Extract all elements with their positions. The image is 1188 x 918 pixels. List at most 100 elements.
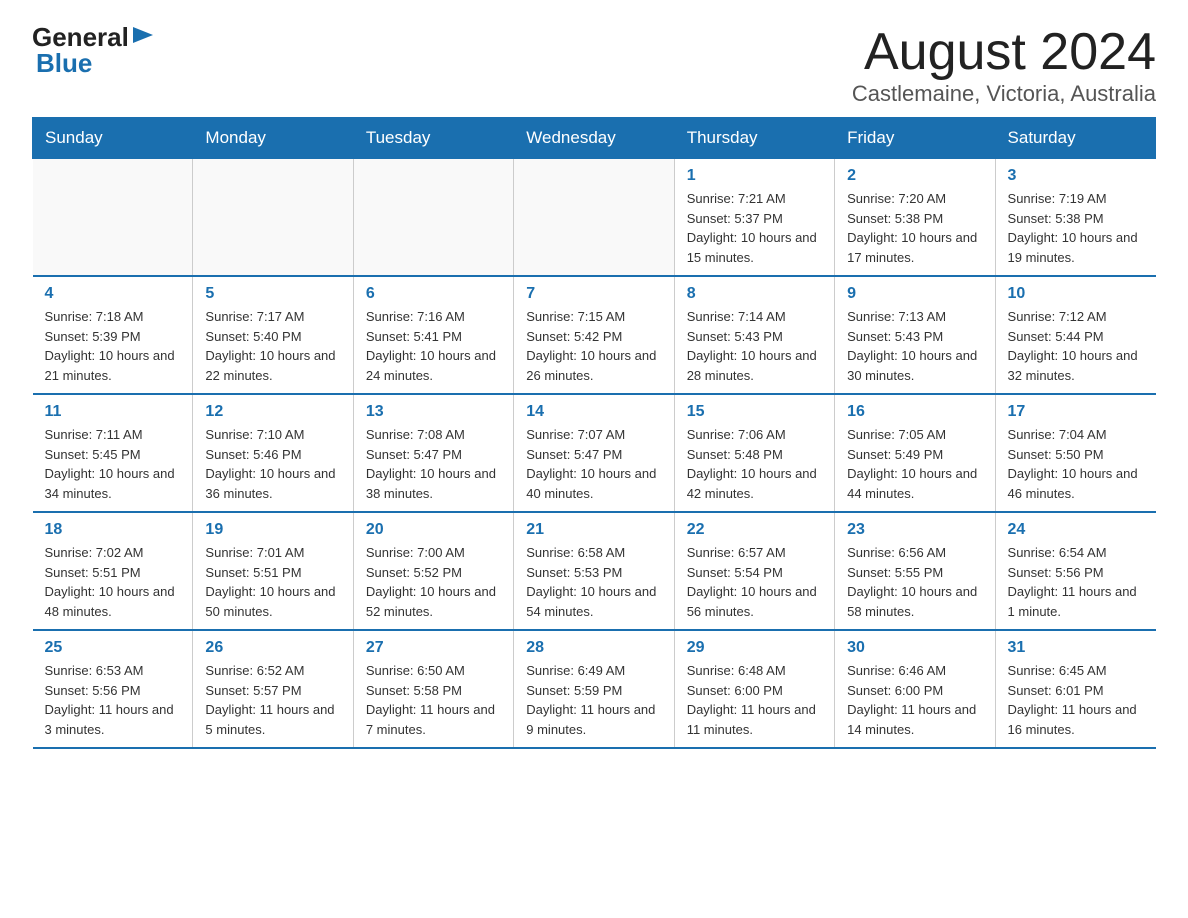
calendar-cell [353, 159, 513, 277]
calendar-cell: 31 Sunrise: 6:45 AMSunset: 6:01 PMDayligh… [995, 630, 1155, 748]
day-number: 8 [687, 285, 822, 303]
calendar-cell: 29Sunrise: 6:48 AMSunset: 6:00 PMDayligh… [674, 630, 834, 748]
day-number: 19 [205, 521, 340, 539]
day-number: 1 [687, 167, 822, 185]
day-info: Sunrise: 6:45 AMSunset: 6:01 PMDaylight:… [1008, 661, 1144, 739]
header-tuesday: Tuesday [353, 118, 513, 159]
calendar-cell: 22 Sunrise: 6:57 AMSunset: 5:54 PMDayligh… [674, 512, 834, 630]
header-friday: Friday [835, 118, 995, 159]
day-info: Sunrise: 7:16 AMSunset: 5:41 PMDaylight:… [366, 307, 501, 385]
calendar-cell: 10 Sunrise: 7:12 AMSunset: 5:44 PMDayligh… [995, 276, 1155, 394]
day-info: Sunrise: 6:49 AMSunset: 5:59 PMDaylight:… [526, 661, 661, 739]
calendar-cell: 16Sunrise: 7:05 AMSunset: 5:49 PMDayligh… [835, 394, 995, 512]
week-row-5: 25Sunrise: 6:53 AMSunset: 5:56 PMDayligh… [33, 630, 1156, 748]
week-row-4: 18 Sunrise: 7:02 AMSunset: 5:51 PMDayligh… [33, 512, 1156, 630]
day-info: Sunrise: 6:58 AMSunset: 5:53 PMDaylight:… [526, 543, 661, 621]
calendar-cell: 14 Sunrise: 7:07 AMSunset: 5:47 PMDayligh… [514, 394, 674, 512]
day-number: 18 [45, 521, 181, 539]
day-info: Sunrise: 7:13 AMSunset: 5:43 PMDaylight:… [847, 307, 982, 385]
day-info: Sunrise: 6:57 AMSunset: 5:54 PMDaylight:… [687, 543, 822, 621]
calendar-cell: 24 Sunrise: 6:54 AMSunset: 5:56 PMDayligh… [995, 512, 1155, 630]
day-info: Sunrise: 6:54 AMSunset: 5:56 PMDaylight:… [1008, 543, 1144, 621]
day-info: Sunrise: 7:17 AMSunset: 5:40 PMDaylight:… [205, 307, 340, 385]
day-info: Sunrise: 7:01 AMSunset: 5:51 PMDaylight:… [205, 543, 340, 621]
header-saturday: Saturday [995, 118, 1155, 159]
day-number: 13 [366, 403, 501, 421]
calendar-cell: 20 Sunrise: 7:00 AMSunset: 5:52 PMDayligh… [353, 512, 513, 630]
day-number: 27 [366, 639, 501, 657]
calendar-cell: 4Sunrise: 7:18 AMSunset: 5:39 PMDaylight… [33, 276, 193, 394]
day-number: 5 [205, 285, 340, 303]
day-info: Sunrise: 7:04 AMSunset: 5:50 PMDaylight:… [1008, 425, 1144, 503]
day-number: 11 [45, 403, 181, 421]
calendar-cell: 9Sunrise: 7:13 AMSunset: 5:43 PMDaylight… [835, 276, 995, 394]
day-info: Sunrise: 7:02 AMSunset: 5:51 PMDaylight:… [45, 543, 181, 621]
calendar-cell: 6Sunrise: 7:16 AMSunset: 5:41 PMDaylight… [353, 276, 513, 394]
location-title: Castlemaine, Victoria, Australia [852, 81, 1156, 107]
day-number: 20 [366, 521, 501, 539]
day-number: 12 [205, 403, 340, 421]
calendar-cell: 7Sunrise: 7:15 AMSunset: 5:42 PMDaylight… [514, 276, 674, 394]
day-number: 28 [526, 639, 661, 657]
calendar-cell [33, 159, 193, 277]
calendar-cell: 25Sunrise: 6:53 AMSunset: 5:56 PMDayligh… [33, 630, 193, 748]
day-info: Sunrise: 6:50 AMSunset: 5:58 PMDaylight:… [366, 661, 501, 739]
day-info: Sunrise: 7:12 AMSunset: 5:44 PMDaylight:… [1008, 307, 1144, 385]
logo-arrow-icon [133, 27, 153, 43]
header-wednesday: Wednesday [514, 118, 674, 159]
calendar-cell: 19 Sunrise: 7:01 AMSunset: 5:51 PMDayligh… [193, 512, 353, 630]
header-row: SundayMondayTuesdayWednesdayThursdayFrid… [33, 118, 1156, 159]
day-number: 3 [1008, 167, 1144, 185]
day-info: Sunrise: 7:14 AMSunset: 5:43 PMDaylight:… [687, 307, 822, 385]
day-number: 10 [1008, 285, 1144, 303]
calendar-cell: 12Sunrise: 7:10 AMSunset: 5:46 PMDayligh… [193, 394, 353, 512]
calendar-cell: 18 Sunrise: 7:02 AMSunset: 5:51 PMDayligh… [33, 512, 193, 630]
day-info: Sunrise: 7:06 AMSunset: 5:48 PMDaylight:… [687, 425, 822, 503]
calendar-cell: 21 Sunrise: 6:58 AMSunset: 5:53 PMDayligh… [514, 512, 674, 630]
day-number: 24 [1008, 521, 1144, 539]
day-info: Sunrise: 7:20 AMSunset: 5:38 PMDaylight:… [847, 189, 982, 267]
day-number: 25 [45, 639, 181, 657]
day-number: 31 [1008, 639, 1144, 657]
day-info: Sunrise: 7:00 AMSunset: 5:52 PMDaylight:… [366, 543, 501, 621]
calendar-table: SundayMondayTuesdayWednesdayThursdayFrid… [32, 117, 1156, 749]
day-number: 22 [687, 521, 822, 539]
calendar-cell: 3Sunrise: 7:19 AMSunset: 5:38 PMDaylight… [995, 159, 1155, 277]
calendar-cell: 11 Sunrise: 7:11 AMSunset: 5:45 PMDayligh… [33, 394, 193, 512]
day-info: Sunrise: 7:11 AMSunset: 5:45 PMDaylight:… [45, 425, 181, 503]
header-sunday: Sunday [33, 118, 193, 159]
calendar-cell: 17 Sunrise: 7:04 AMSunset: 5:50 PMDayligh… [995, 394, 1155, 512]
calendar-cell: 1 Sunrise: 7:21 AMSunset: 5:37 PMDaylight… [674, 159, 834, 277]
calendar-cell [193, 159, 353, 277]
month-title: August 2024 [852, 24, 1156, 81]
day-info: Sunrise: 6:46 AMSunset: 6:00 PMDaylight:… [847, 661, 982, 739]
day-info: Sunrise: 6:52 AMSunset: 5:57 PMDaylight:… [205, 661, 340, 739]
calendar-cell: 28 Sunrise: 6:49 AMSunset: 5:59 PMDayligh… [514, 630, 674, 748]
day-number: 26 [205, 639, 340, 657]
page-header: General Blue August 2024 Castlemaine, Vi… [32, 24, 1156, 107]
day-number: 17 [1008, 403, 1144, 421]
day-info: Sunrise: 7:05 AMSunset: 5:49 PMDaylight:… [847, 425, 982, 503]
day-number: 21 [526, 521, 661, 539]
day-info: Sunrise: 7:07 AMSunset: 5:47 PMDaylight:… [526, 425, 661, 503]
calendar-cell: 23Sunrise: 6:56 AMSunset: 5:55 PMDayligh… [835, 512, 995, 630]
day-info: Sunrise: 7:21 AMSunset: 5:37 PMDaylight:… [687, 189, 822, 267]
day-info: Sunrise: 7:15 AMSunset: 5:42 PMDaylight:… [526, 307, 661, 385]
calendar-cell: 30 Sunrise: 6:46 AMSunset: 6:00 PMDayligh… [835, 630, 995, 748]
logo-blue: Blue [36, 50, 92, 76]
calendar-cell: 27 Sunrise: 6:50 AMSunset: 5:58 PMDayligh… [353, 630, 513, 748]
calendar-cell: 8 Sunrise: 7:14 AMSunset: 5:43 PMDaylight… [674, 276, 834, 394]
day-number: 2 [847, 167, 982, 185]
day-number: 14 [526, 403, 661, 421]
calendar-cell: 13Sunrise: 7:08 AMSunset: 5:47 PMDayligh… [353, 394, 513, 512]
calendar-cell: 5 Sunrise: 7:17 AMSunset: 5:40 PMDaylight… [193, 276, 353, 394]
day-number: 29 [687, 639, 822, 657]
calendar-cell: 15Sunrise: 7:06 AMSunset: 5:48 PMDayligh… [674, 394, 834, 512]
header-monday: Monday [193, 118, 353, 159]
day-number: 30 [847, 639, 982, 657]
calendar-cell: 26 Sunrise: 6:52 AMSunset: 5:57 PMDayligh… [193, 630, 353, 748]
header-thursday: Thursday [674, 118, 834, 159]
week-row-3: 11 Sunrise: 7:11 AMSunset: 5:45 PMDayligh… [33, 394, 1156, 512]
calendar-cell: 2 Sunrise: 7:20 AMSunset: 5:38 PMDaylight… [835, 159, 995, 277]
day-info: Sunrise: 6:56 AMSunset: 5:55 PMDaylight:… [847, 543, 982, 621]
